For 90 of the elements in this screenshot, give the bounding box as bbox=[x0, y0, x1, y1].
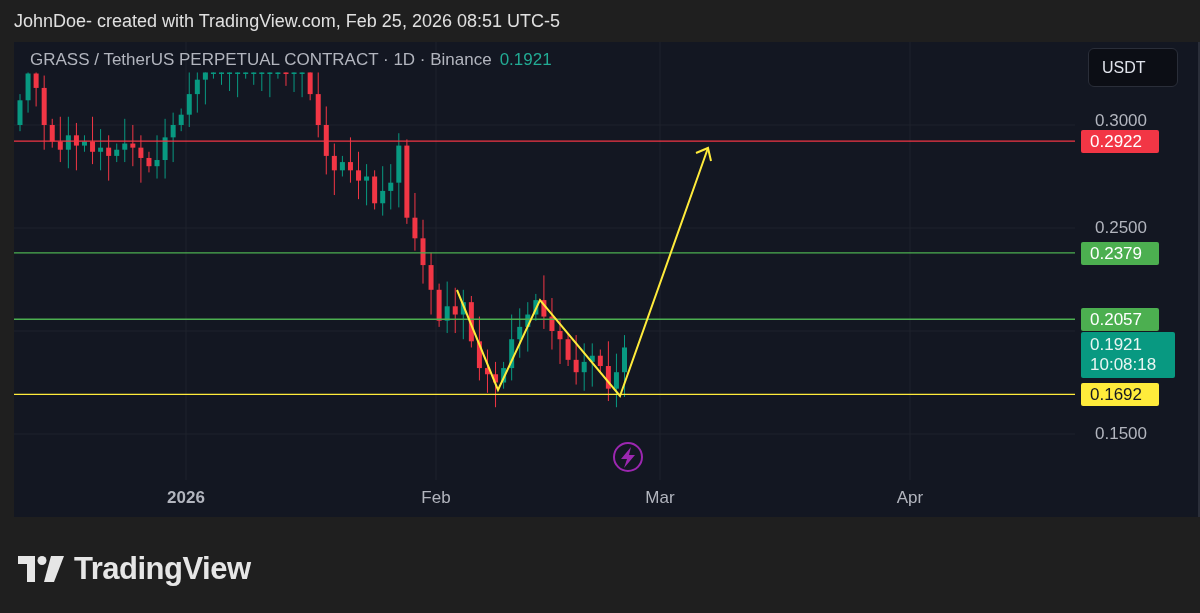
candlestick bbox=[388, 163, 394, 210]
candlestick bbox=[339, 155, 345, 177]
candlestick bbox=[283, 71, 289, 87]
candlestick bbox=[501, 361, 507, 390]
candlestick bbox=[622, 334, 627, 398]
candlestick bbox=[356, 151, 361, 200]
candlestick bbox=[364, 163, 370, 206]
candlestick bbox=[49, 118, 55, 149]
candlestick bbox=[613, 353, 619, 408]
candlestick bbox=[25, 71, 31, 114]
candlestick bbox=[90, 116, 96, 165]
brand-name: TradingView bbox=[74, 551, 251, 587]
candlestick bbox=[138, 134, 144, 184]
bar-countdown: 10:08:18 bbox=[1090, 355, 1158, 376]
candlestick bbox=[557, 318, 563, 365]
candlestick bbox=[509, 314, 515, 381]
candlestick bbox=[549, 297, 555, 351]
currency-button[interactable]: USDT bbox=[1088, 48, 1178, 87]
candlestick bbox=[106, 134, 112, 182]
price-tick: 0.2500 bbox=[1095, 218, 1147, 238]
price-tag: 0.2057 bbox=[1081, 308, 1159, 332]
candlestick bbox=[436, 283, 442, 328]
candlestick bbox=[227, 71, 233, 92]
candlestick bbox=[307, 71, 313, 101]
candlestick bbox=[468, 295, 474, 348]
candlestick bbox=[597, 349, 603, 373]
symbol-title: GRASS / TetherUS PERPETUAL CONTRACT · 1D · Binance bbox=[30, 50, 492, 70]
candlestick bbox=[565, 332, 571, 367]
candlestick bbox=[202, 71, 208, 105]
last-price: 0.1921 bbox=[499, 50, 552, 70]
candlestick bbox=[420, 219, 426, 285]
candlestick bbox=[98, 128, 104, 171]
time-label: Feb bbox=[421, 488, 451, 508]
lightning-icon bbox=[613, 442, 643, 472]
time-label: Apr bbox=[896, 488, 924, 508]
price-tick: 0.1500 bbox=[1095, 424, 1147, 444]
candlestick bbox=[122, 118, 128, 163]
candlestick bbox=[154, 134, 160, 180]
candlestick bbox=[186, 71, 192, 128]
chart-credit-text: JohnDoe- created with TradingView.com, Feb 25, 2026 08:51 UTC-5 bbox=[13, 9, 561, 33]
candlestick bbox=[331, 143, 337, 196]
candlestick bbox=[347, 136, 353, 184]
candlestick bbox=[210, 71, 216, 80]
candlestick bbox=[82, 134, 87, 153]
candlestick bbox=[33, 71, 39, 107]
candlestick bbox=[219, 71, 224, 86]
candlestick bbox=[517, 307, 523, 359]
candlestick bbox=[372, 169, 378, 210]
candlestick bbox=[235, 71, 241, 98]
candlestick bbox=[428, 252, 434, 315]
candlestick bbox=[65, 116, 71, 169]
candlestick bbox=[73, 122, 79, 171]
time-label: Mar bbox=[645, 488, 675, 508]
price-tag: 0.1692 bbox=[1081, 383, 1159, 407]
candlestick bbox=[315, 71, 321, 138]
candlestick bbox=[267, 71, 273, 98]
candlestick bbox=[291, 71, 297, 93]
candlestick bbox=[605, 340, 611, 402]
candlestick bbox=[194, 71, 200, 114]
candlestick bbox=[178, 108, 184, 132]
candlestick bbox=[57, 116, 63, 163]
price-tag: 0.2379 bbox=[1081, 241, 1159, 265]
candlestick bbox=[541, 274, 547, 330]
current-price: 0.1921 bbox=[1090, 335, 1143, 356]
candlestick bbox=[323, 105, 329, 175]
candlestick bbox=[114, 143, 120, 163]
candlestick bbox=[380, 165, 386, 217]
time-label: 2026 bbox=[167, 488, 205, 508]
candlestick bbox=[146, 151, 152, 173]
logo-icon bbox=[18, 556, 64, 582]
candlestick bbox=[17, 93, 23, 132]
candlestick bbox=[259, 71, 265, 92]
candlestick bbox=[589, 342, 595, 388]
candlestick bbox=[533, 293, 539, 322]
candlestick bbox=[130, 124, 136, 167]
candlestick bbox=[581, 342, 587, 392]
price-tick: 0.3000 bbox=[1095, 111, 1147, 131]
candlestick bbox=[485, 349, 490, 394]
candlestick bbox=[170, 112, 176, 163]
candlestick bbox=[243, 71, 249, 80]
candlestick bbox=[251, 71, 257, 86]
candlestick bbox=[275, 71, 281, 80]
candlestick bbox=[452, 287, 458, 334]
candlestick bbox=[573, 334, 579, 386]
candlestick bbox=[162, 118, 168, 180]
candlestick bbox=[412, 192, 418, 252]
candlestick bbox=[299, 71, 305, 98]
price-tag: 0.2922 bbox=[1081, 130, 1159, 154]
candlestick bbox=[444, 281, 450, 334]
candlestick bbox=[476, 316, 482, 381]
